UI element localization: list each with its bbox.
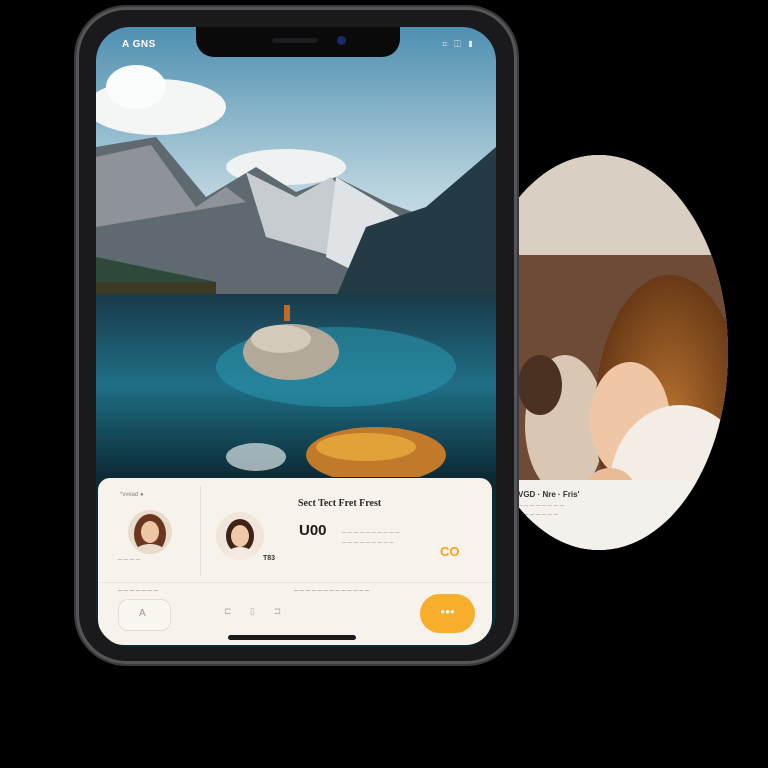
toolbar-icons[interactable]: ⊏ ▯ ⊐ (224, 606, 289, 617)
divider (200, 486, 201, 576)
caption-title: VGD · Nre · Fris' (518, 490, 580, 499)
status-icons: ⌗ ◫ ▮ (442, 39, 476, 49)
landscape-photo (96, 27, 496, 477)
secondary-value: T83 (263, 555, 276, 562)
card-top-label: *vvead ● (120, 492, 144, 498)
primary-value: U00 (299, 522, 327, 539)
info-card: *vvead ● ─ ─ ─ ─ T83 Sect Tect Fret Fres… (98, 478, 492, 645)
phone-frame: A GNS ⌗ ◫ ▮ *vvead ● ─ ─ ─ ─ T83 Sect Te… (76, 7, 517, 664)
card-title: Sect Tect Fret Frest (298, 498, 382, 509)
primary-action-button[interactable]: ●●● (420, 594, 475, 633)
primary-action-label: ●●● (440, 607, 455, 616)
secondary-button-label: A (139, 608, 146, 619)
card-subtitle: ─ ─ ─ ─ ─ ─ ─ ─ ─ ─ (342, 530, 400, 536)
card-subtitle: ─ ─ ─ ─ ─ ─ ─ ─ ─ (342, 540, 394, 546)
speaker-grille (272, 38, 318, 43)
status-time: A GNS (122, 39, 156, 50)
camera-icon (337, 36, 346, 45)
row-label: ─ ─ ─ ─ ─ ─ ─ ─ ─ ─ ─ ─ ─ (294, 588, 370, 594)
secondary-button[interactable]: A (118, 599, 171, 631)
home-indicator[interactable] (228, 635, 356, 640)
notch (196, 27, 400, 57)
divider (98, 582, 492, 583)
left-name: ─ ─ ─ ─ (118, 557, 141, 563)
avatar[interactable] (128, 510, 172, 554)
price-label: CO (440, 544, 460, 559)
caption-line: ─ ─ ─ ─ ─ ─ ─ (518, 512, 558, 518)
avatar[interactable] (216, 512, 264, 560)
phone-screen: A GNS ⌗ ◫ ▮ *vvead ● ─ ─ ─ ─ T83 Sect Te… (96, 27, 496, 647)
caption-line: ─ ─ ─ ─ ─ ─ ─ ─ (518, 503, 564, 509)
row-label: ─ ─ ─ ─ ─ ─ ─ (118, 588, 158, 594)
